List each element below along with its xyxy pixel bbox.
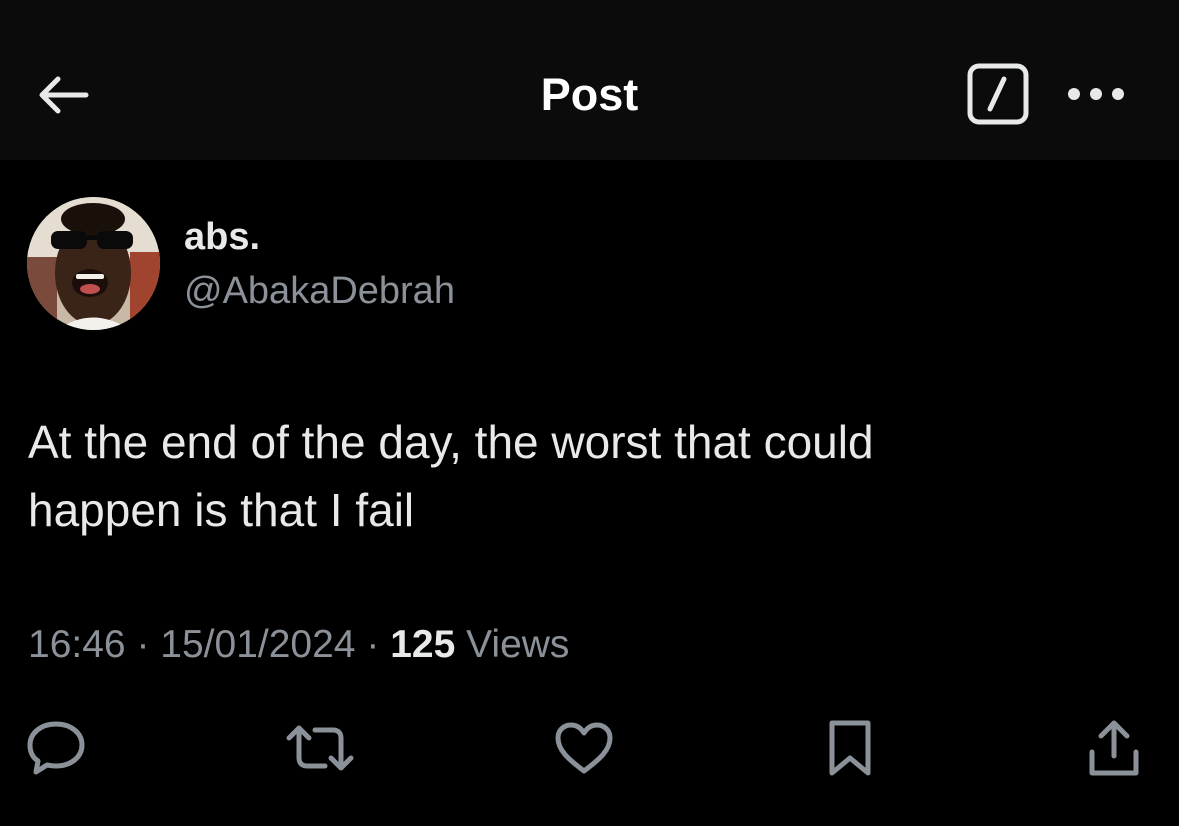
avatar-photo bbox=[27, 197, 160, 330]
bookmark-icon bbox=[829, 720, 871, 776]
like-button[interactable] bbox=[546, 710, 622, 786]
repost-button[interactable] bbox=[282, 710, 358, 786]
like-icon bbox=[555, 722, 613, 774]
share-button[interactable] bbox=[1076, 710, 1152, 786]
views-count[interactable]: 125 bbox=[390, 623, 455, 666]
compose-icon bbox=[967, 63, 1029, 125]
bookmark-button[interactable] bbox=[812, 710, 888, 786]
post-text-line: At the end of the day, the worst that co… bbox=[28, 416, 874, 468]
action-bar bbox=[0, 710, 1179, 786]
share-icon bbox=[1089, 720, 1139, 776]
meta-separator: · bbox=[136, 623, 150, 666]
more-options-button[interactable] bbox=[1062, 72, 1130, 116]
reply-button[interactable] bbox=[18, 710, 94, 786]
reply-icon bbox=[27, 721, 85, 775]
meta-separator: · bbox=[366, 623, 380, 666]
post-time[interactable]: 16:46 bbox=[28, 623, 126, 666]
author-display-name[interactable]: abs. bbox=[184, 214, 260, 260]
post-text-line: happen is that I fail bbox=[28, 484, 415, 536]
avatar[interactable] bbox=[27, 197, 160, 330]
compose-button[interactable] bbox=[966, 62, 1030, 126]
top-bar: Post bbox=[0, 0, 1179, 160]
views-label[interactable]: Views bbox=[466, 623, 569, 666]
back-button[interactable] bbox=[30, 66, 94, 124]
post-text: At the end of the day, the worst that co… bbox=[28, 408, 1148, 544]
post-meta: 16:46 · 15/01/2024 · 125 Views bbox=[28, 621, 569, 669]
repost-icon bbox=[286, 725, 354, 771]
arrow-left-icon bbox=[39, 76, 89, 114]
post-date[interactable]: 15/01/2024 bbox=[160, 623, 355, 666]
author-handle[interactable]: @AbakaDebrah bbox=[184, 268, 455, 314]
more-horizontal-icon bbox=[1068, 88, 1124, 100]
